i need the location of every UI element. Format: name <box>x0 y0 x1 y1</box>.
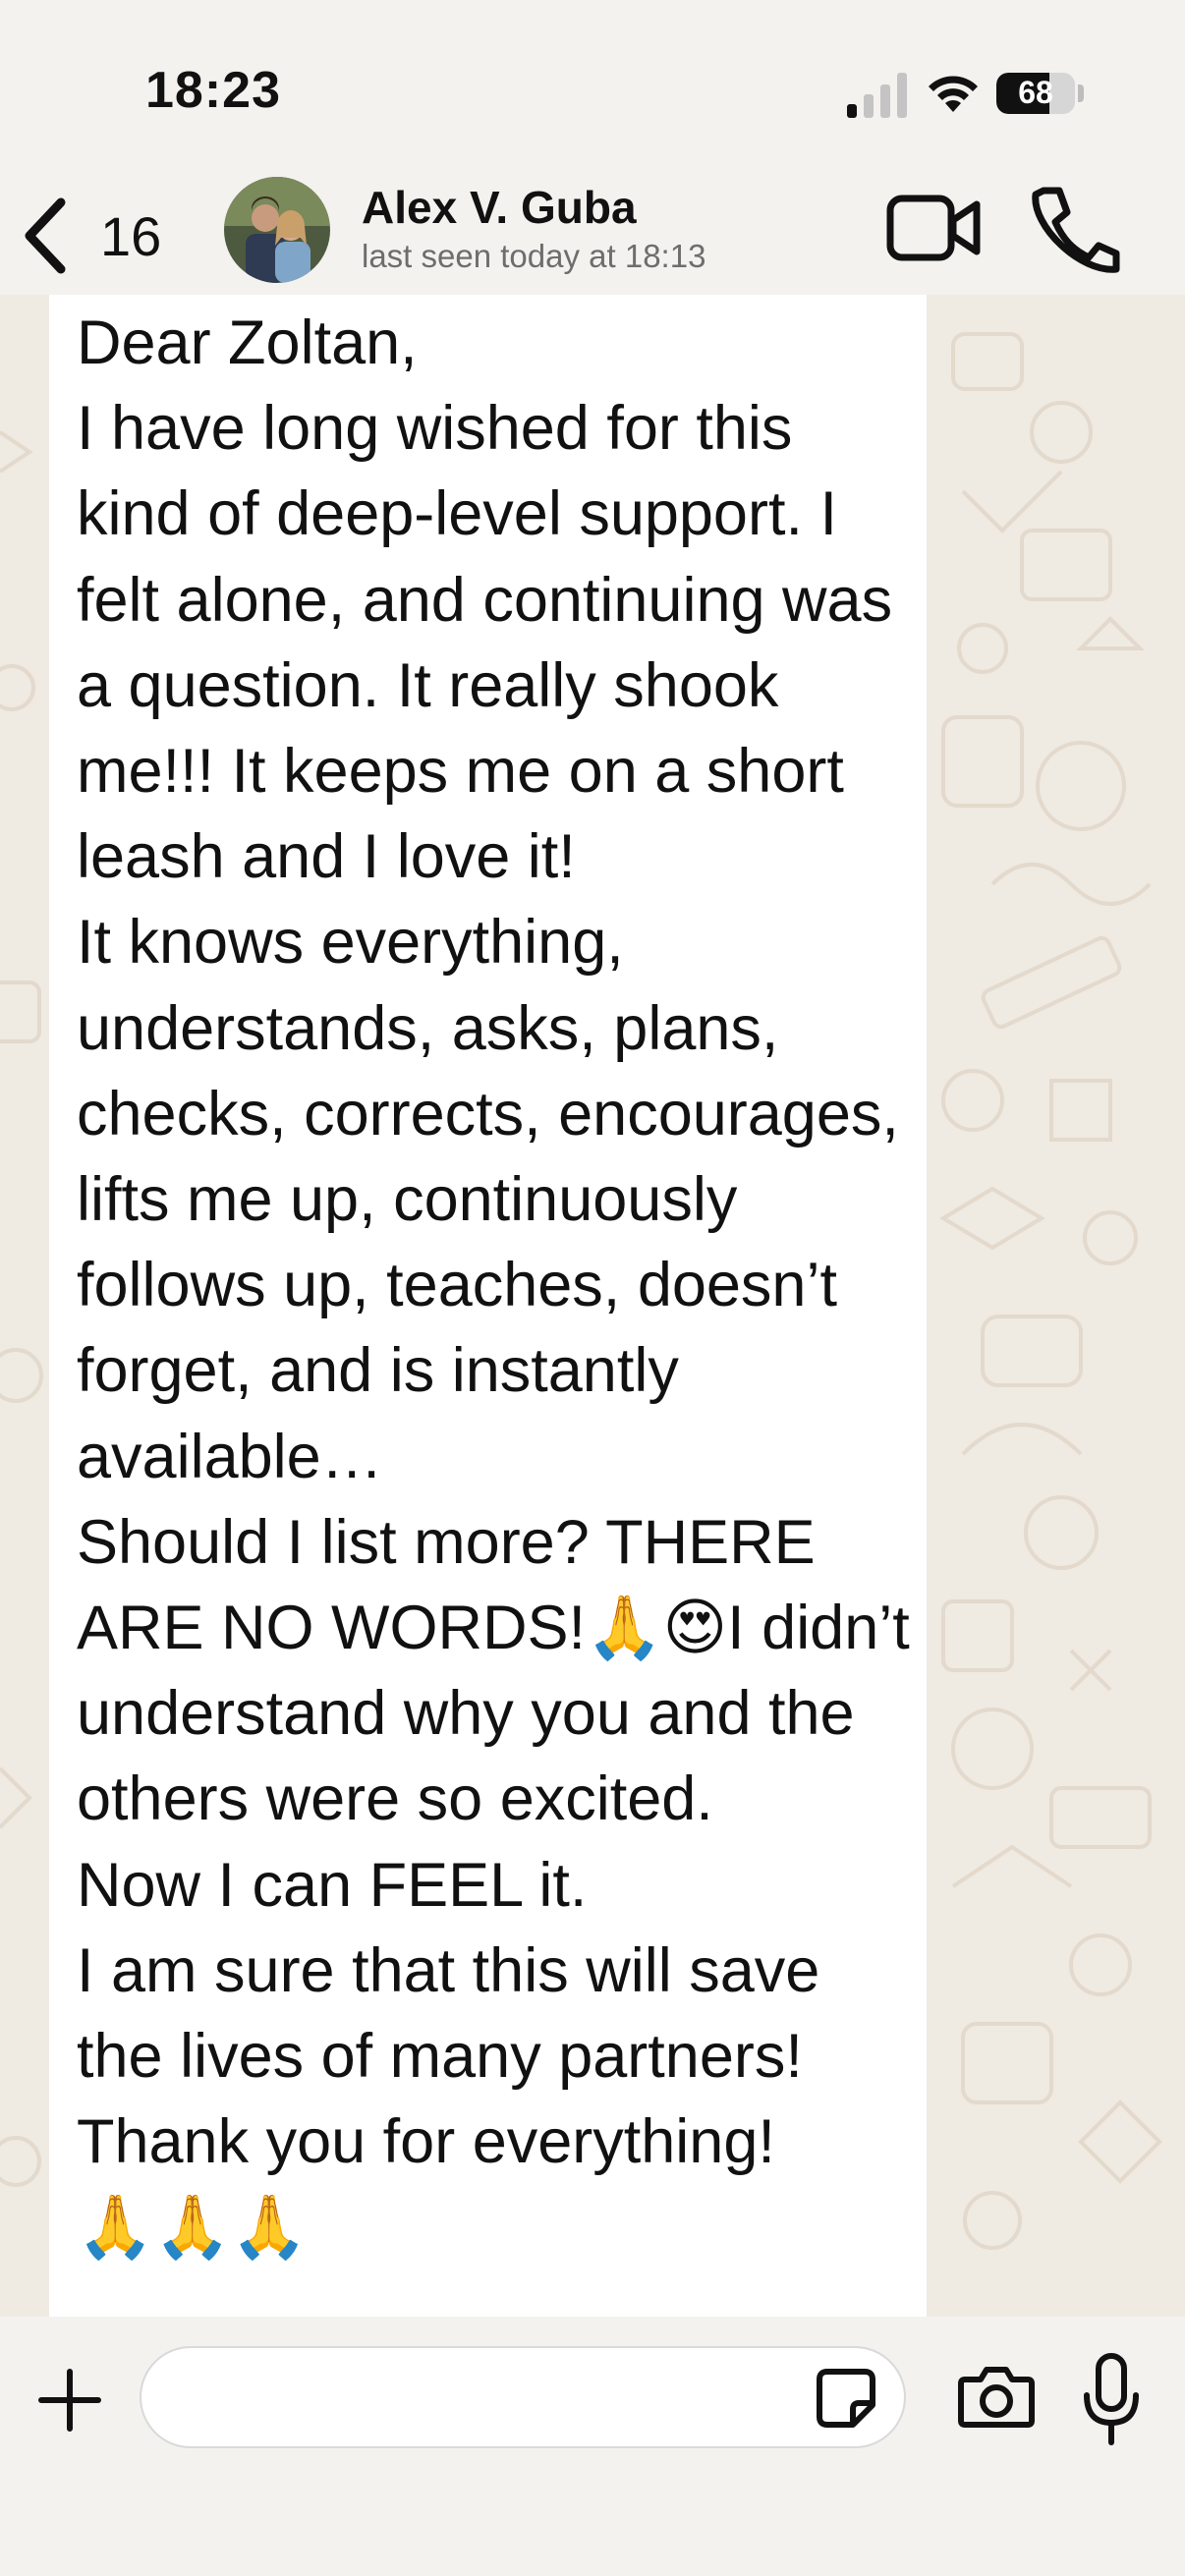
back-button[interactable]: 16 <box>22 187 189 285</box>
back-chevron-icon <box>25 197 66 274</box>
plus-icon[interactable] <box>35 2366 104 2435</box>
microphone-icon[interactable] <box>1081 2352 1142 2446</box>
contact-name[interactable]: Alex V. Guba <box>362 181 637 234</box>
last-seen-status: last seen today at 18:13 <box>362 238 706 274</box>
status-time: 18:23 <box>145 62 281 119</box>
sticker-icon[interactable] <box>814 2366 878 2431</box>
camera-icon[interactable] <box>957 2362 1036 2431</box>
battery-icon: 68 <box>996 73 1075 114</box>
status-bar: 18:23 68 <box>0 0 1185 177</box>
message-text: Dear Zoltan, I have long wished for this… <box>77 308 910 2263</box>
cellular-signal-icon <box>847 73 907 118</box>
video-call-icon[interactable] <box>884 189 983 267</box>
avatar[interactable] <box>224 177 330 283</box>
unread-count: 16 <box>100 204 162 267</box>
avatar-photo <box>224 177 330 283</box>
wifi-icon <box>929 76 978 112</box>
battery-level: 68 <box>1018 75 1053 110</box>
chat-area[interactable]: Dear Zoltan, I have long wished for this… <box>0 295 1185 2317</box>
battery-nub <box>1078 84 1084 102</box>
input-bar <box>0 2317 1185 2576</box>
phone-call-icon[interactable] <box>1022 183 1120 277</box>
message-input[interactable] <box>140 2346 906 2448</box>
chat-header: 16 Alex V. Guba last seen today at 18:13 <box>0 177 1185 295</box>
